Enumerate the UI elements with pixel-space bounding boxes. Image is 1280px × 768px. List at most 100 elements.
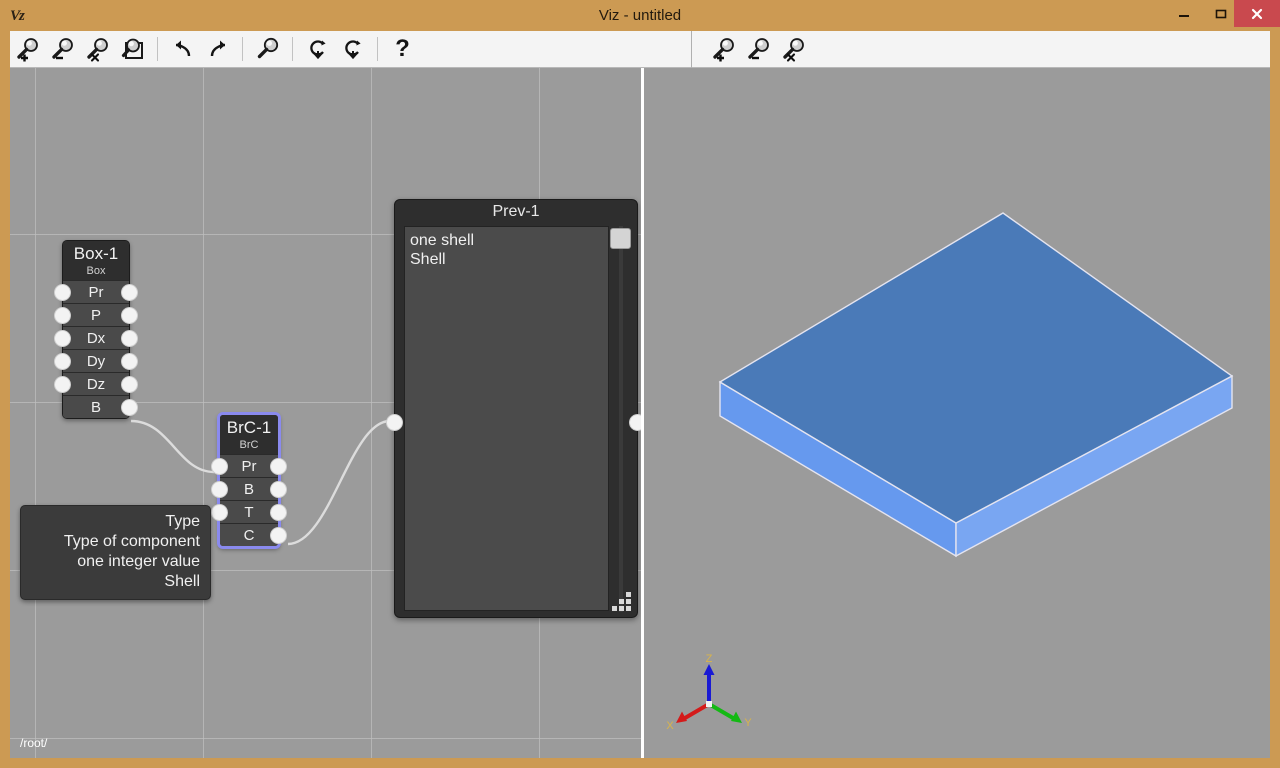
help-button[interactable]: ?: [386, 33, 419, 66]
node-port-row[interactable]: C: [220, 523, 278, 546]
view-zoom-in-button[interactable]: [707, 33, 740, 66]
output-port-b[interactable]: [270, 481, 287, 498]
view-zoom-out-icon: [746, 36, 772, 62]
preview-scrollbar-track[interactable]: [619, 226, 623, 612]
view-zoom-reset-button[interactable]: [777, 33, 810, 66]
application-window: Vz Viz - untitled: [0, 0, 1280, 768]
toolbar-panel-divider: [691, 31, 692, 68]
tooltip-line: Shell: [31, 572, 200, 592]
node-port-row[interactable]: B: [63, 395, 129, 418]
3d-viewport[interactable]: Z Y X: [644, 68, 1270, 758]
preview-panel-title: Prev-1: [395, 200, 637, 224]
input-port-t[interactable]: [211, 504, 228, 521]
preview-resize-grip[interactable]: [611, 592, 631, 612]
search-icon: [255, 36, 281, 62]
node-box-1[interactable]: Box-1 Box Pr P Dx: [62, 240, 130, 419]
help-icon: ?: [395, 37, 410, 61]
port-label: P: [91, 307, 101, 324]
zoom-fit-button[interactable]: [116, 33, 149, 66]
node-brc-1[interactable]: BrC-1 BrC Pr B T: [218, 413, 280, 548]
toolbar-separator-2: [242, 37, 243, 61]
node-port-row[interactable]: Pr: [220, 454, 278, 477]
redo-icon: [205, 36, 231, 62]
port-label: B: [91, 399, 101, 416]
node-header: BrC-1 BrC: [220, 415, 278, 454]
node-port-row[interactable]: Dx: [63, 326, 129, 349]
node-title: BrC-1: [220, 418, 278, 438]
view-zoom-reset-icon: [781, 36, 807, 62]
tooltip-line: Type of component: [31, 532, 200, 552]
output-port-b[interactable]: [121, 399, 138, 416]
minimize-icon: [1177, 7, 1191, 21]
port-label: Dy: [87, 353, 105, 370]
maximize-icon: [1214, 7, 1228, 21]
output-port-dz[interactable]: [121, 376, 138, 393]
window-title: Viz - untitled: [0, 0, 1280, 31]
toolbar-separator-3: [292, 37, 293, 61]
port-tooltip: Type Type of component one integer value…: [20, 505, 211, 600]
node-subtitle: BrC: [220, 438, 278, 452]
preview-panel-prev-1[interactable]: Prev-1 one shell Shell: [394, 199, 638, 618]
axis-gizmo: Z Y X: [664, 650, 754, 738]
axis-label-x: X: [666, 720, 674, 732]
output-port-p[interactable]: [121, 307, 138, 324]
node-port-row[interactable]: Dz: [63, 372, 129, 395]
preview-panel-text: one shell Shell: [404, 226, 609, 611]
box-top-face: [720, 213, 1232, 523]
undo-button[interactable]: [166, 33, 199, 66]
node-title: Box-1: [63, 244, 129, 264]
input-port-dx[interactable]: [54, 330, 71, 347]
title-bar[interactable]: Vz Viz - untitled: [0, 0, 1280, 31]
output-port-dx[interactable]: [121, 330, 138, 347]
view-zoom-out-button[interactable]: [742, 33, 775, 66]
port-label: C: [244, 527, 255, 544]
zoom-in-button[interactable]: [11, 33, 44, 66]
tooltip-line: one integer value: [31, 552, 200, 572]
input-port-dz[interactable]: [54, 376, 71, 393]
find-button[interactable]: [251, 33, 284, 66]
preview-scrollbar-thumb[interactable]: [610, 228, 631, 249]
node-port-row[interactable]: Pr: [63, 280, 129, 303]
node-port-row[interactable]: P: [63, 303, 129, 326]
input-port-p[interactable]: [54, 307, 71, 324]
port-label: B: [244, 481, 254, 498]
content-area: Box-1 Box Pr P Dx: [10, 68, 1270, 758]
port-label: Pr: [242, 458, 257, 475]
output-port-c[interactable]: [270, 527, 287, 544]
port-label: Pr: [89, 284, 104, 301]
refresh-down-icon: [305, 36, 331, 62]
node-port-row[interactable]: T: [220, 500, 278, 523]
zoom-reset-icon: [85, 36, 111, 62]
status-bar-path: /root/: [20, 736, 47, 750]
output-port-pr[interactable]: [270, 458, 287, 475]
toolbar-separator-1: [157, 37, 158, 61]
preview-output-port[interactable]: [629, 414, 641, 431]
node-port-row[interactable]: Dy: [63, 349, 129, 372]
refresh-all-button[interactable]: [336, 33, 369, 66]
input-port-pr[interactable]: [54, 284, 71, 301]
port-label: T: [244, 504, 253, 521]
minimize-button[interactable]: [1165, 0, 1202, 27]
node-port-row[interactable]: B: [220, 477, 278, 500]
close-button[interactable]: [1234, 0, 1280, 27]
input-port-pr[interactable]: [211, 458, 228, 475]
port-label: Dx: [87, 330, 105, 347]
zoom-reset-button[interactable]: [81, 33, 114, 66]
tooltip-line: Type: [31, 512, 200, 532]
input-port-dy[interactable]: [54, 353, 71, 370]
input-port-b[interactable]: [211, 481, 228, 498]
preview-input-port[interactable]: [386, 414, 403, 431]
redo-button[interactable]: [201, 33, 234, 66]
axis-label-y: Y: [744, 717, 752, 729]
close-icon: [1250, 7, 1264, 21]
output-port-t[interactable]: [270, 504, 287, 521]
toolbar: ?: [10, 31, 1270, 68]
refresh-button[interactable]: [301, 33, 334, 66]
toolbar-separator-4: [377, 37, 378, 61]
node-graph-canvas[interactable]: Box-1 Box Pr P Dx: [10, 68, 641, 758]
zoom-out-button[interactable]: [46, 33, 79, 66]
output-port-dy[interactable]: [121, 353, 138, 370]
undo-icon: [170, 36, 196, 62]
output-port-pr[interactable]: [121, 284, 138, 301]
refresh-down-all-icon: [340, 36, 366, 62]
